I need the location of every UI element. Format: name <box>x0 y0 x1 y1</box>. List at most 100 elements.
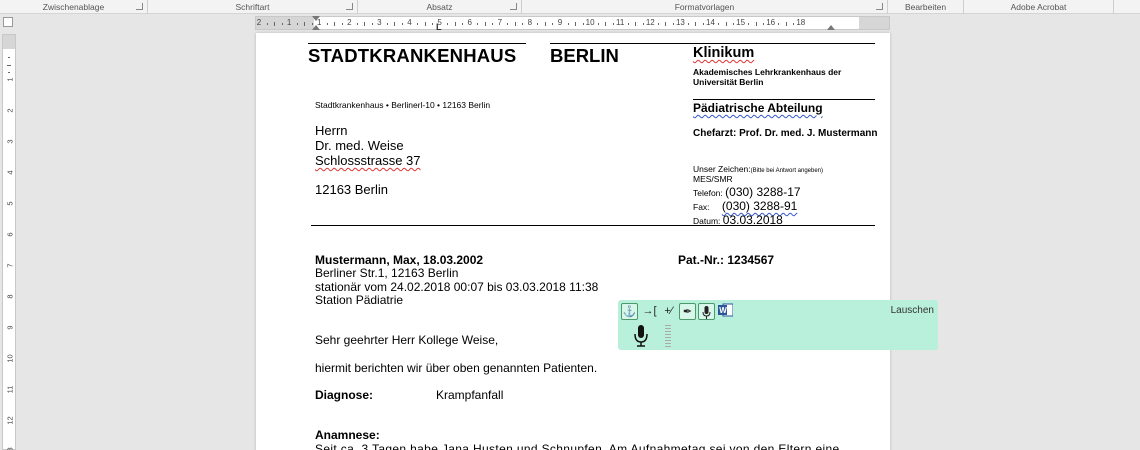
intro-text: hiermit berichten wir über oben genannte… <box>315 361 598 375</box>
clinic-title: Klinikum <box>693 45 755 61</box>
header-rule-right <box>550 43 875 44</box>
ribbon-group-label: Formatvorlagen <box>674 2 735 12</box>
ruler-tick <box>567 23 569 25</box>
ruler-tick <box>748 23 750 25</box>
ruler-number: 18 <box>796 18 806 27</box>
dialog-launcher-icon[interactable] <box>876 3 883 10</box>
ruler-tick <box>627 23 629 25</box>
reference-value: MES/SMR <box>693 174 733 184</box>
hospital-city: BERLIN <box>550 45 619 66</box>
microphone-icon[interactable] <box>698 303 715 320</box>
ruler-number: 8 <box>5 294 15 299</box>
ruler-number: 4 <box>5 170 15 175</box>
patient-stay: stationär vom 24.02.2018 00:07 bis 03.03… <box>315 280 599 294</box>
ruler-number: 12 <box>645 18 655 27</box>
ruler-tick <box>642 23 644 25</box>
dictation-status: Lauschen <box>890 305 934 316</box>
word-icon[interactable]: W <box>717 303 734 320</box>
ruler-tick <box>605 22 607 26</box>
ruler-number: 5 <box>437 18 442 27</box>
ribbon-group-paragraph: Absatz <box>358 0 522 14</box>
patient-station: Station Pädiatrie <box>315 293 404 307</box>
right-indent-marker[interactable] <box>827 25 835 30</box>
ruler-tick <box>687 23 689 25</box>
ruler-tick <box>424 22 426 26</box>
ruler-tick <box>477 23 479 25</box>
ruler-number: 10 <box>585 18 595 27</box>
dialog-launcher-icon[interactable] <box>136 3 143 10</box>
ribbon-group-acrobat: Adobe Acrobat <box>964 0 1114 14</box>
ruler-tick <box>341 23 343 25</box>
vertical-ruler[interactable]: 12345678910111213 <box>2 34 16 450</box>
ruler-number: 3 <box>5 139 15 144</box>
ruler-corner-icon[interactable] <box>3 17 13 27</box>
anchor-icon[interactable]: ⚓ <box>621 303 638 320</box>
department-rule <box>693 99 875 100</box>
ribbon-group-label: Schriftart <box>235 2 270 12</box>
dialog-launcher-icon[interactable] <box>346 3 353 10</box>
phone-label: Telefon: <box>693 188 723 198</box>
ruler-number: 1 <box>5 77 15 82</box>
ruler-tick <box>334 22 336 26</box>
recipient-salutation: Herrn <box>315 123 348 138</box>
ruler-tick <box>635 22 637 26</box>
ribbon-group-clipboard: Zwischenablage <box>0 0 148 14</box>
pen-icon[interactable]: ✒ <box>679 303 696 320</box>
reference-label-line: Unser Zeichen:(Bitte bei Antwort angeben… <box>693 164 823 174</box>
anamnesis-label: Anamnese: <box>315 428 380 442</box>
horizontal-ruler[interactable]: L 2 1 1 2 3 4 5 6 7 8 9 10 11 12 13 14 15 16 18 <box>255 16 890 32</box>
ruler-number: 1 <box>286 18 292 27</box>
ruler-tick <box>7 64 11 66</box>
ruler-tick <box>665 22 667 26</box>
ruler-number: 6 <box>467 18 472 27</box>
ruler-right-margin <box>859 17 889 29</box>
ruler-tick <box>597 23 599 25</box>
chief-physician: Chefarzt: Prof. Dr. med. J. Mustermann <box>693 128 878 139</box>
ruler-tick <box>702 23 704 25</box>
ruler-tick <box>695 22 697 26</box>
ruler-number: 6 <box>5 232 15 237</box>
ruler-tick <box>725 22 727 26</box>
ruler-tick <box>432 23 434 25</box>
ruler-tick <box>582 23 584 25</box>
ruler-tick <box>718 23 720 25</box>
ruler-number: 15 <box>736 18 746 27</box>
dialog-launcher-icon[interactable] <box>510 3 517 10</box>
ruler-tick <box>785 22 787 26</box>
ribbon-group-bar: Zwischenablage Schriftart Absatz Formatv… <box>0 0 1140 14</box>
ruler-tick <box>492 23 494 25</box>
ruler-tick <box>386 23 388 25</box>
ruler-tick <box>311 23 313 25</box>
ruler-number: 11 <box>616 18 625 27</box>
recipient-city: 12163 Berlin <box>315 182 388 197</box>
anamnesis-text: Seit ca. 3 Tagen habe Jana Husten und Sc… <box>315 442 840 450</box>
ruler-top-margin <box>3 35 15 49</box>
ribbon-group-label: Adobe Acrobat <box>1010 2 1067 12</box>
ruler-tick <box>778 23 780 25</box>
document-page[interactable]: STADTKRANKENHAUS BERLIN Klinikum Akademi… <box>256 33 890 450</box>
add-correction-icon[interactable]: +⁄ <box>660 303 677 320</box>
svg-text:W: W <box>719 306 727 315</box>
ribbon-group-label: Absatz <box>426 2 453 12</box>
fax-label: Fax: <box>693 202 710 212</box>
horizontal-ruler-area: L 2 1 1 2 3 4 5 6 7 8 9 10 11 12 13 14 15 16 18 <box>0 14 1140 32</box>
ruler-tick <box>401 23 403 25</box>
ruler-tick <box>507 23 509 25</box>
record-microphone-icon[interactable] <box>633 325 649 347</box>
ruler-tick <box>356 23 358 25</box>
insert-field-icon[interactable]: →[ <box>641 303 658 320</box>
phone-value: (030) 3288-17 <box>725 185 801 199</box>
ribbon-group-label: Bearbeiten <box>904 2 947 12</box>
ruler-tick <box>514 22 516 26</box>
ruler-tick <box>672 23 674 25</box>
ruler-tick <box>326 23 328 25</box>
patient-name-line: Mustermann, Max, 18.03.2002 <box>315 253 484 267</box>
ruler-tick <box>296 23 298 25</box>
ruler-number: 16 <box>766 18 776 27</box>
ruler-tick <box>612 23 614 25</box>
ruler-number: 12 <box>5 416 15 425</box>
ruler-tick <box>462 23 464 25</box>
sender-line: Stadtkrankenhaus • Berlinerl-10 • 12163 … <box>315 100 491 110</box>
dictation-toolbar: ⚓ →[ +⁄ ✒ W Lauschen <box>618 300 938 350</box>
fax-value: (030) 3288-91 <box>721 199 798 213</box>
